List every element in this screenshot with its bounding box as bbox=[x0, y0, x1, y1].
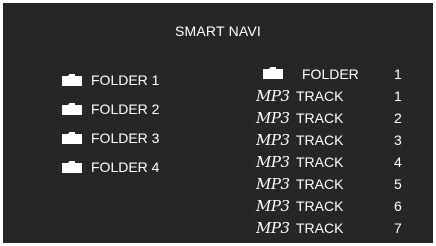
folder-item[interactable]: FOLDER 1 bbox=[61, 65, 159, 94]
track-item[interactable]: MP3 TRACK 7 bbox=[256, 217, 406, 239]
item-label: TRACK bbox=[296, 110, 344, 126]
mp3-icon: MP3 bbox=[256, 87, 290, 105]
mp3-icon: MP3 bbox=[256, 175, 290, 193]
item-number: 4 bbox=[394, 154, 402, 170]
item-number: 1 bbox=[394, 66, 402, 82]
folder-item[interactable]: FOLDER 2 bbox=[61, 94, 159, 123]
item-label: FOLDER bbox=[302, 66, 359, 82]
track-item[interactable]: MP3 TRACK 4 bbox=[256, 151, 406, 173]
item-label: TRACK bbox=[296, 154, 344, 170]
track-item[interactable]: MP3 TRACK 1 bbox=[256, 85, 406, 107]
item-label: TRACK bbox=[296, 88, 344, 104]
screen-title: SMART NAVI bbox=[174, 23, 262, 39]
folder-item[interactable]: FOLDER 3 bbox=[61, 123, 159, 152]
folder-label: FOLDER 4 bbox=[91, 158, 160, 175]
item-number: 3 bbox=[394, 132, 402, 148]
folder-icon bbox=[256, 65, 292, 83]
track-item[interactable]: MP3 TRACK 2 bbox=[256, 107, 406, 129]
mp3-icon: MP3 bbox=[256, 109, 290, 127]
track-item[interactable]: MP3 TRACK 5 bbox=[256, 173, 406, 195]
folder-label: FOLDER 2 bbox=[91, 100, 160, 117]
item-number: 6 bbox=[394, 198, 402, 214]
mp3-icon: MP3 bbox=[256, 219, 290, 237]
track-item[interactable]: MP3 TRACK 3 bbox=[256, 129, 406, 151]
item-number: 7 bbox=[394, 220, 402, 236]
item-number: 2 bbox=[394, 110, 402, 126]
folder-list: FOLDER 1 FOLDER 2 FOLDER 3 FOLDER 4 bbox=[61, 65, 159, 181]
mp3-icon: MP3 bbox=[256, 153, 290, 171]
folder-icon bbox=[61, 160, 83, 174]
item-number: 1 bbox=[394, 88, 402, 104]
folder-item[interactable]: FOLDER 4 bbox=[61, 152, 159, 181]
track-item[interactable]: MP3 TRACK 6 bbox=[256, 195, 406, 217]
mp3-icon: MP3 bbox=[256, 131, 290, 149]
folder-icon bbox=[61, 102, 83, 116]
folder-label: FOLDER 3 bbox=[91, 129, 160, 146]
folder-icon bbox=[61, 131, 83, 145]
mp3-icon: MP3 bbox=[256, 197, 290, 215]
folder-icon bbox=[61, 73, 83, 87]
item-number: 5 bbox=[394, 176, 402, 192]
content-folder-item[interactable]: FOLDER 1 bbox=[256, 63, 406, 85]
navi-screen: SMART NAVI FOLDER 1 FOLDER 2 FOLDER 3 FO… bbox=[3, 3, 433, 243]
content-list: FOLDER 1 MP3 TRACK 1 MP3 TRACK 2 MP3 TRA… bbox=[256, 63, 406, 239]
item-label: TRACK bbox=[296, 132, 344, 148]
item-label: TRACK bbox=[296, 176, 344, 192]
item-label: TRACK bbox=[296, 198, 344, 214]
folder-label: FOLDER 1 bbox=[91, 71, 160, 88]
item-label: TRACK bbox=[296, 220, 344, 236]
